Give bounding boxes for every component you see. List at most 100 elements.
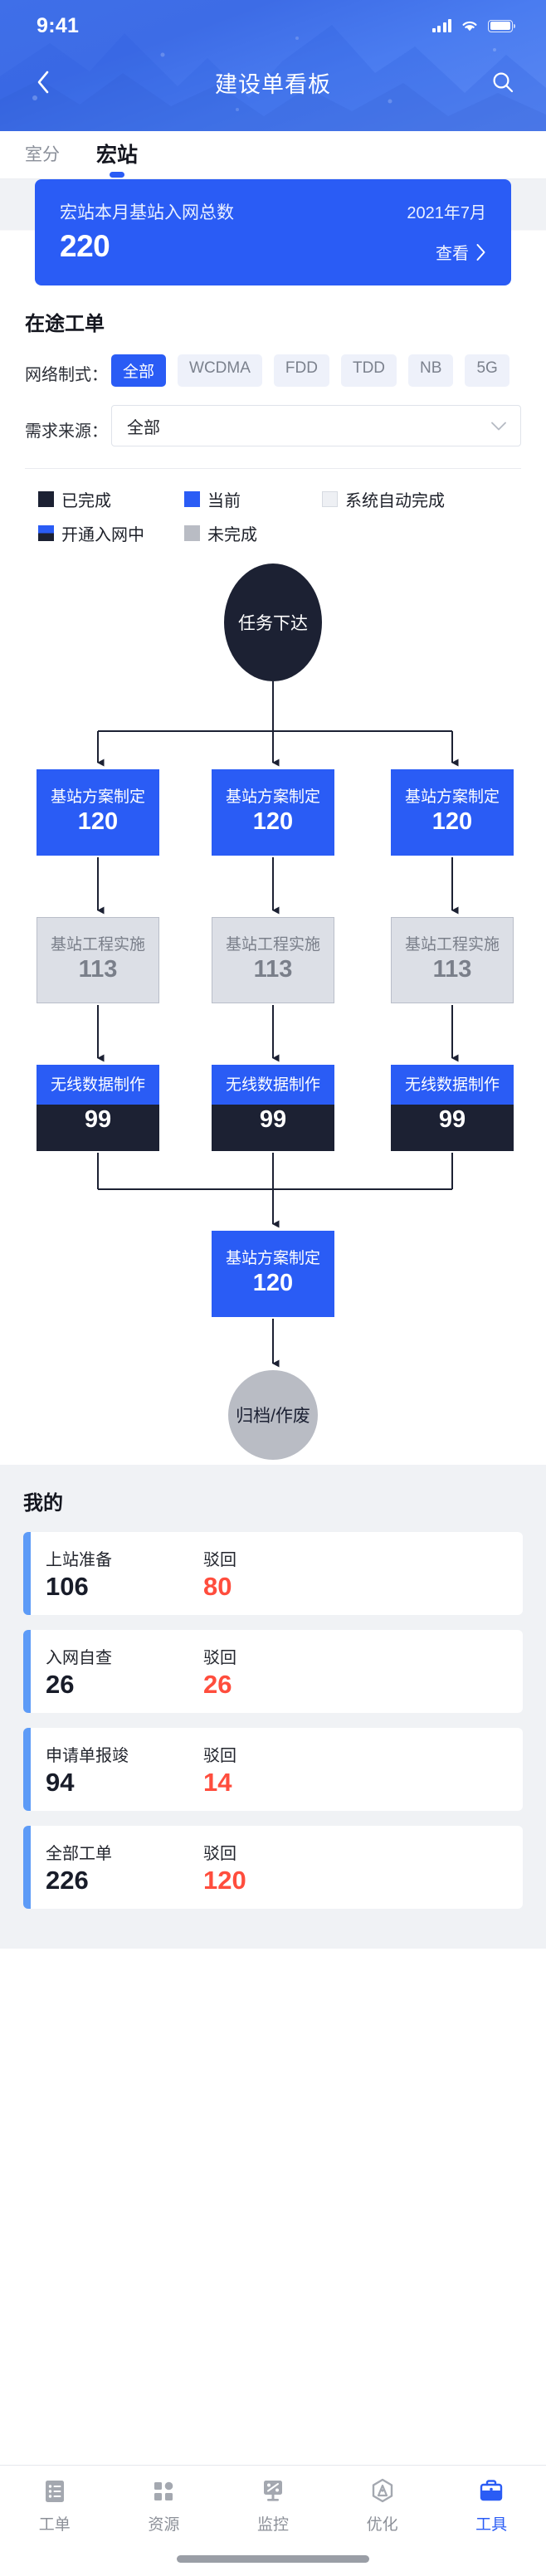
summary-label: 宏站本月基站入网总数 [60,203,234,222]
flow-node-build-3[interactable]: 基站工程实施 113 [391,917,514,1003]
grid-icon [154,2481,173,2500]
flow-node-value: 99 [84,1106,112,1134]
my-order-card-application[interactable]: 申请单报竣 94 驳回 14 [23,1728,523,1811]
navigation-bar: 建设单看板 [0,51,546,113]
network-type-chips: 全部 WCDMA FDD TDD NB 5G [111,354,521,387]
card-reject-value: 120 [203,1865,246,1895]
flow-node-label: 基站工程实施 [50,936,145,954]
legend-item-completed: 已完成 [38,487,184,511]
workflow-connectors [97,681,459,1368]
chip-label: 5G [476,359,498,377]
bottom-nav-item-resources[interactable]: 资源 [110,2477,219,2535]
demand-source-value: 全部 [127,418,160,437]
flow-node-value: 120 [77,808,119,836]
flow-node-start[interactable]: 任务下达 [224,564,322,681]
flow-box: 无线数据制作 99 [37,1065,159,1151]
category-tabs: 室分 宏站 [0,131,546,179]
bottom-nav-label: 工单 [38,2516,71,2534]
tab-label: 宏站 [96,143,139,167]
flow-node-end[interactable]: 归档/作废 [228,1370,318,1460]
chip-wcdma[interactable]: WCDMA [178,354,262,387]
search-button[interactable] [485,64,521,100]
back-button[interactable] [25,64,61,100]
card-reject-value: 26 [203,1669,232,1699]
flow-node-build-2[interactable]: 基站工程实施 113 [212,917,334,1003]
chip-fdd[interactable]: FDD [273,354,329,387]
my-order-card-all[interactable]: 全部工单 226 驳回 120 [23,1826,523,1909]
legend-label: 当前 [207,492,241,510]
flow-start-ellipse: 任务下达 [224,564,322,681]
bottom-nav-item-optimize[interactable]: 优化 [328,2477,437,2535]
chip-all[interactable]: 全部 [111,354,167,387]
legend-item-incomplete: 未完成 [184,521,257,545]
network-type-label: 网络制式： [25,366,108,384]
flow-node-data-3[interactable]: 无线数据制作 99 [391,1065,514,1151]
card-label: 入网自查 [46,1648,112,1667]
flow-box: 基站工程实施 113 [37,917,159,1003]
bottom-nav-label: 工具 [475,2516,508,2534]
inflight-orders-section: 在途工单 网络制式： 全部 WCDMA FDD TDD NB 5G 需求来源： … [0,285,546,560]
flow-node-plan-1[interactable]: 基站方案制定 120 [37,769,159,856]
flow-node-build-1[interactable]: 基站工程实施 113 [37,917,159,1003]
legend-label: 系统自动完成 [345,492,445,510]
flow-node-label: 基站工程实施 [225,936,320,954]
my-orders-section: 我的 上站准备 106 驳回 80 入网自查 26 驳回 26 申请单报竣 94… [0,1465,546,1949]
card-reject-value: 14 [203,1767,232,1797]
flow-node-plan-3[interactable]: 基站方案制定 120 [391,769,514,856]
app-header: 9:41 建设单看板 [0,0,546,131]
card-reject-label: 驳回 [203,1550,236,1569]
flow-node-value: 113 [432,956,472,983]
bottom-nav-item-tools[interactable]: 工具 [436,2477,546,2535]
flow-node-value: 113 [78,956,118,983]
workflow-diagram: 任务下达 基站方案制定 120 基站方案制定 120 基站方案制定 120 基站… [0,560,546,1465]
legend-item-auto-completed: 系统自动完成 [322,487,445,511]
summary-card[interactable]: 宏站本月基站入网总数 2021年7月 220 查看 [35,179,511,285]
card-reject-label: 驳回 [203,1746,236,1765]
flow-node-plan-2[interactable]: 基站方案制定 120 [212,769,334,856]
flow-node-value: 120 [252,808,294,836]
inflight-title: 在途工单 [25,313,105,335]
flow-node-value: 99 [438,1106,466,1134]
bottom-nav-item-orders[interactable]: 工单 [0,2477,110,2535]
bottom-nav-label: 优化 [366,2516,398,2534]
flow-box: 基站方案制定 120 [391,769,514,856]
flow-node-data-1[interactable]: 无线数据制作 99 [37,1065,159,1151]
home-indicator [177,2555,369,2563]
status-legend: 已完成 当前 系统自动完成 开通入网中 未完成 [25,469,521,560]
my-order-card-selfcheck[interactable]: 入网自查 26 驳回 26 [23,1630,523,1713]
flow-box: 基站方案制定 120 [212,1231,334,1317]
flow-node-label: 无线数据制作 [37,1065,159,1105]
demand-source-label: 需求来源： [25,422,108,441]
status-bar: 9:41 [0,0,546,51]
legend-swatch-inprogress-icon [38,525,54,541]
card-value: 26 [46,1669,75,1699]
view-detail-link[interactable]: 查看 [436,240,486,264]
status-icons [431,19,516,32]
demand-source-filter: 需求来源： 全部 [25,387,521,446]
chip-5g[interactable]: 5G [465,354,509,387]
tab-hongzhan[interactable]: 宏站 [96,139,138,172]
chevron-right-icon [476,243,485,261]
flow-node-value: 120 [431,808,473,836]
flow-node-data-2[interactable]: 无线数据制作 99 [212,1065,334,1151]
bottom-nav-item-monitor[interactable]: 监控 [218,2477,328,2535]
demand-source-select[interactable]: 全部 [111,405,521,446]
chip-label: NB [420,359,442,377]
wifi-icon [462,21,477,32]
summary-value: 220 [60,229,110,263]
legend-item-in-progress: 开通入网中 [38,521,184,545]
card-value: 94 [46,1767,75,1797]
tab-shifen[interactable]: 室分 [25,141,60,169]
card-accent-bar [23,1826,31,1909]
chip-label: 全部 [123,363,155,381]
card-label: 申请单报竣 [46,1746,129,1765]
flow-node-merge[interactable]: 基站方案制定 120 [212,1231,334,1317]
legend-swatch-completed-icon [38,491,54,507]
list-icon [45,2481,64,2502]
chevron-left-icon [37,71,49,94]
my-orders-title: 我的 [23,1486,63,1518]
battery-icon [488,19,516,32]
my-order-card-prep[interactable]: 上站准备 106 驳回 80 [23,1532,523,1615]
chip-nb[interactable]: NB [408,354,454,387]
chip-tdd[interactable]: TDD [340,354,397,387]
